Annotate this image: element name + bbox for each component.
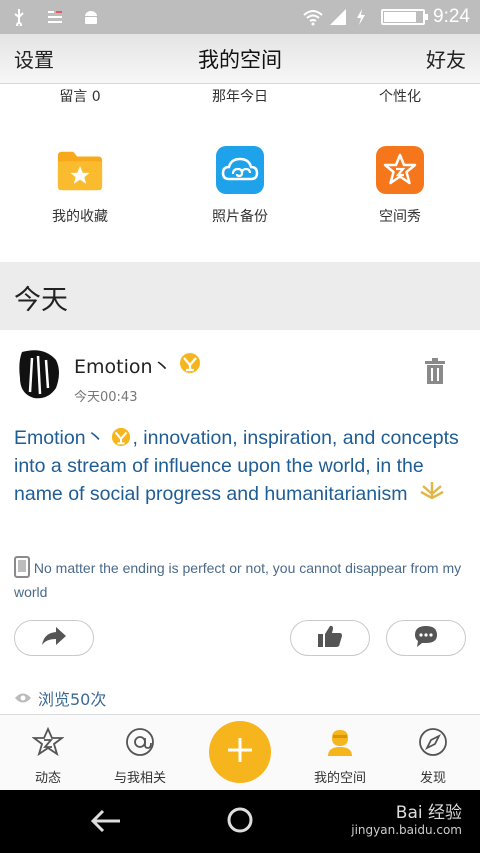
plus-icon [225,735,255,769]
feed-post-card: Emotion丶 今天00:43 Emotion丶 , innovation, … [0,330,480,714]
system-navigation-bar: Bai 经验 jingyan.baidu.com [0,790,480,853]
wifi-icon [303,8,323,26]
my-space-icon [324,727,356,761]
crown-emoji-icon [413,482,445,505]
nav-discover[interactable]: 发现 [385,715,480,791]
comment-bubble-icon [413,624,439,652]
friends-button[interactable]: 好友 [426,44,466,73]
personalize-item[interactable]: 个性化 [320,84,480,110]
compass-icon [417,727,449,761]
page-title: 我的空间 [198,47,282,72]
favorites-item[interactable]: 我的收藏 [0,110,160,262]
feature-grid: 我的收藏 照片备份 空间秀 [0,110,480,262]
view-count: 浏览50次 [14,686,106,710]
home-circle-icon[interactable] [226,806,254,838]
watermark: Bai 经验 jingyan.baidu.com [351,798,462,837]
nav-feed-label: 动态 [34,771,61,786]
delete-trash-icon[interactable] [424,358,446,384]
bottom-navigation: 动态 与我相关 我的空间 发现 [0,714,480,790]
view-count-text: 浏览50次 [38,690,107,709]
favorites-label: 我的收藏 [52,209,108,225]
vip-badge-icon [178,352,202,379]
on-this-day-item[interactable]: 那年今日 [160,84,320,110]
messages-item[interactable]: 留言 0 [0,84,160,110]
nav-my-space-label: 我的空间 [313,771,366,786]
post-time: 今天00:43 [74,390,138,405]
at-icon [124,727,156,761]
status-bar: 9:24 [0,0,480,34]
device-text: No matter the ending is perfect or not, … [14,560,462,600]
share-button[interactable] [14,620,94,656]
watermark-url: jingyan.baidu.com [351,823,462,837]
feature-grid-top-row: 留言 0 那年今日 个性化 [0,84,480,110]
signal-icon [329,8,347,26]
data-switch-icon [46,8,64,26]
post-body: Emotion丶 , innovation, inspiration, and … [14,424,470,508]
watermark-brand: Bai 经验 [395,803,462,823]
top-header: 设置 我的空间 好友 [0,34,480,84]
space-show-item[interactable]: 空间秀 [320,110,480,262]
space-show-label: 空间秀 [379,209,421,225]
share-arrow-icon [40,625,68,651]
device-info: No matter the ending is perfect or not, … [14,556,470,604]
comment-button[interactable] [386,620,466,656]
settings-button[interactable]: 设置 [14,44,54,73]
post-text-name: Emotion丶 [14,427,106,449]
charging-icon [355,8,373,26]
nav-feed[interactable]: 动态 [0,715,96,791]
phone-icon [14,556,30,578]
avatar[interactable] [14,348,64,402]
thumbs-up-icon [317,624,343,652]
clock: 9:24 [433,6,470,27]
like-button[interactable] [290,620,370,656]
nav-discover-label: 发现 [419,771,446,786]
android-icon [82,8,100,26]
nav-mentions[interactable]: 与我相关 [92,715,188,791]
post-username[interactable]: Emotion丶 [74,352,202,379]
battery-icon [381,9,429,25]
nav-mentions-label: 与我相关 [113,771,166,786]
feed-star-icon [31,726,65,761]
photo-backup-label: 照片备份 [212,209,268,225]
username-text: Emotion丶 [74,356,172,378]
photo-backup-item[interactable]: 照片备份 [160,110,320,262]
back-arrow-icon[interactable] [90,808,122,838]
nav-my-space[interactable]: 我的空间 [292,715,388,791]
favorites-folder-icon [56,146,104,194]
usb-icon [10,8,28,28]
star-show-icon [376,146,424,194]
section-title: 今天 [0,262,480,330]
cloud-backup-icon [216,146,264,194]
vip-badge-inline-icon [110,427,132,449]
eye-icon [14,689,32,708]
publish-plus-button[interactable] [209,721,271,783]
